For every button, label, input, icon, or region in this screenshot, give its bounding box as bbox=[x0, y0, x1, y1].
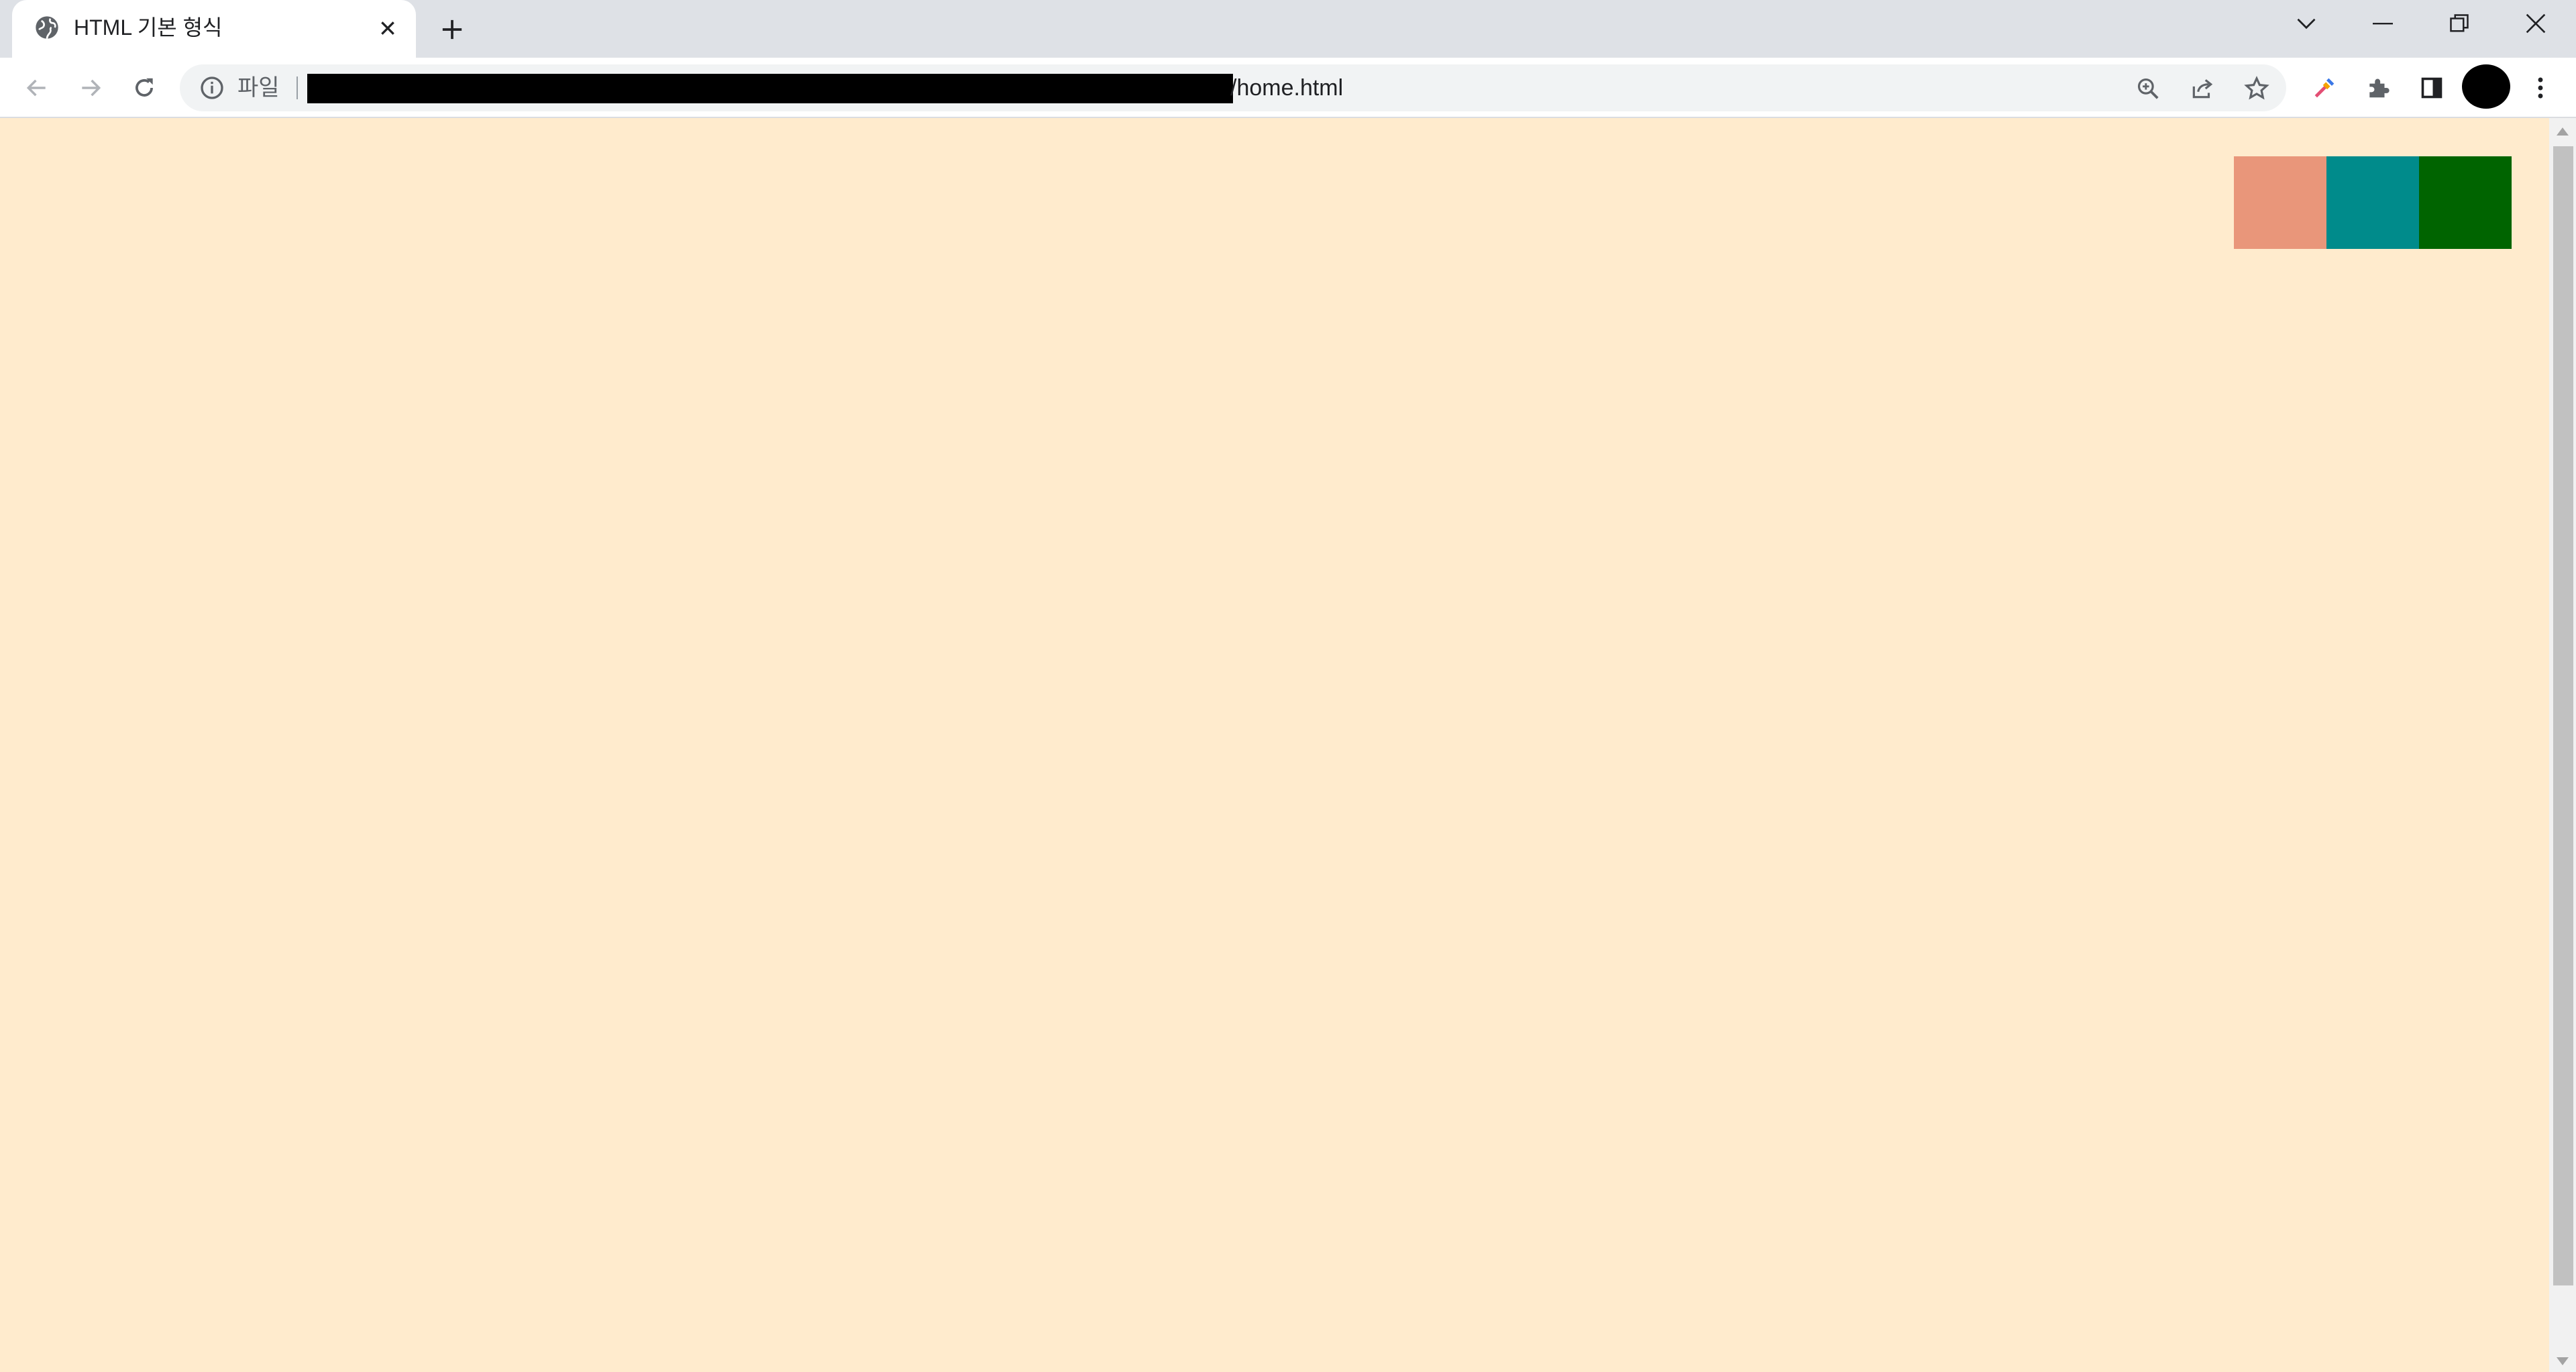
scroll-thumb[interactable] bbox=[2553, 146, 2573, 1285]
color-swatch-row bbox=[2234, 156, 2512, 249]
reload-icon[interactable] bbox=[127, 71, 161, 105]
browser-toolbar: 파일 /home.html bbox=[0, 58, 2576, 118]
scroll-down-arrow-icon[interactable] bbox=[2557, 1357, 2569, 1365]
site-info-icon[interactable] bbox=[199, 74, 225, 101]
scheme-label: 파일 bbox=[237, 75, 280, 101]
address-bar[interactable]: 파일 /home.html bbox=[180, 64, 2286, 111]
swatch-darksalmon bbox=[2234, 156, 2326, 249]
color-picker-extension-icon[interactable] bbox=[2308, 71, 2341, 105]
redacted-url-path bbox=[307, 74, 1233, 103]
scroll-up-arrow-icon[interactable] bbox=[2557, 127, 2569, 136]
page-viewport bbox=[0, 118, 2549, 1372]
tab-title: HTML 기본 형식 bbox=[74, 15, 223, 40]
bookmark-star-icon[interactable] bbox=[2243, 74, 2271, 103]
extensions-puzzle-icon[interactable] bbox=[2361, 71, 2395, 105]
profile-avatar[interactable] bbox=[2462, 64, 2510, 109]
close-window-icon[interactable] bbox=[2502, 5, 2569, 42]
minimize-icon[interactable] bbox=[2349, 5, 2416, 42]
globe-icon bbox=[34, 14, 60, 41]
swatch-darkcyan bbox=[2326, 156, 2419, 249]
tab-strip: HTML 기본 형식 bbox=[0, 0, 2576, 58]
url-text[interactable]: /home.html bbox=[1230, 72, 1343, 103]
zoom-icon[interactable] bbox=[2134, 74, 2162, 103]
back-icon[interactable] bbox=[20, 71, 54, 105]
omnibox-divider bbox=[297, 76, 298, 99]
forward-icon[interactable] bbox=[74, 71, 107, 105]
side-panel-icon[interactable] bbox=[2415, 71, 2449, 105]
vertical-scrollbar[interactable] bbox=[2549, 118, 2576, 1372]
swatch-darkgreen bbox=[2419, 156, 2512, 249]
restore-icon[interactable] bbox=[2426, 5, 2493, 42]
share-icon[interactable] bbox=[2188, 74, 2216, 103]
menu-kebab-icon[interactable] bbox=[2524, 71, 2557, 105]
new-tab-plus-icon[interactable] bbox=[437, 15, 467, 44]
tab-active[interactable]: HTML 기본 형식 bbox=[12, 0, 416, 58]
close-tab-icon[interactable] bbox=[374, 15, 401, 42]
tab-search-chevron-icon[interactable] bbox=[2273, 5, 2340, 42]
